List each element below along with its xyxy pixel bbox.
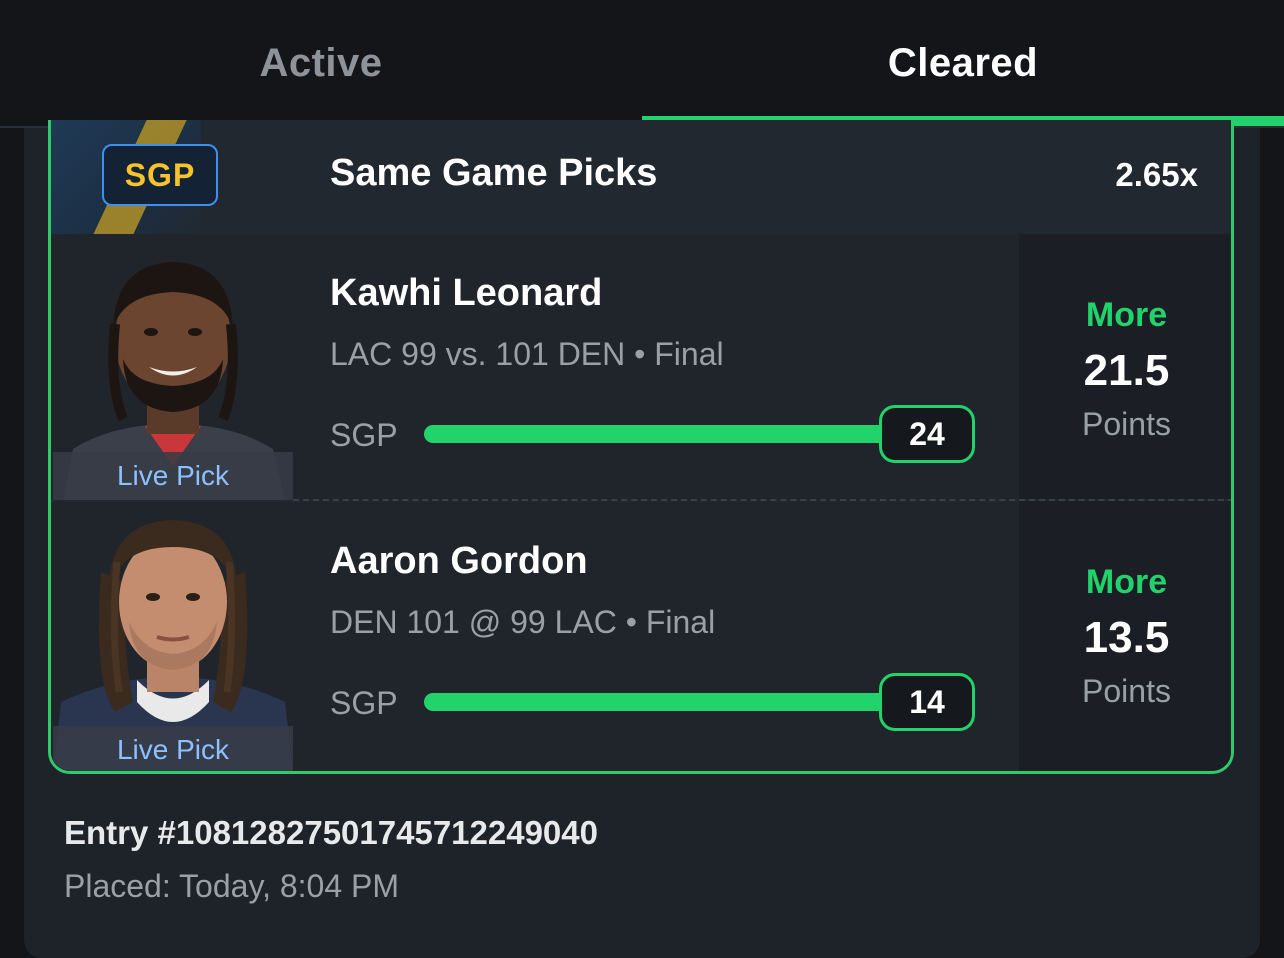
player-name: Aaron Gordon — [330, 540, 588, 582]
live-pick-label: Live Pick — [53, 452, 293, 500]
progress-label: SGP — [330, 685, 398, 721]
tab-active[interactable]: Active — [0, 0, 642, 126]
progress-value-badge: 14 — [879, 673, 975, 731]
game-info: DEN 101 @ 99 LAC • Final — [330, 604, 716, 640]
game-info: LAC 99 vs. 101 DEN • Final — [330, 336, 724, 372]
entry-id: Entry #10812827501745712249040 — [64, 814, 598, 851]
pick-stat-label: Points — [1082, 673, 1171, 709]
pick-line-value: 21.5 — [1083, 346, 1170, 395]
sgp-badge: SGP — [102, 144, 218, 206]
card-title: Same Game Picks — [330, 152, 658, 194]
progress-value-badge: 24 — [879, 405, 975, 463]
card-header: SGP Same Game Picks 2.65x — [51, 120, 1231, 260]
live-pick-label: Live Pick — [53, 726, 293, 771]
pick-stat-label: Points — [1082, 406, 1171, 442]
player-name: Kawhi Leonard — [330, 272, 603, 314]
progress-bar — [424, 425, 924, 443]
pick-line-panel: More 21.5 Points — [1019, 234, 1231, 499]
sgp-card[interactable]: SGP Same Game Picks 2.65x Live Pick Kawh… — [48, 120, 1234, 774]
player-avatar: Live Pick — [53, 234, 293, 500]
pick-line-value: 13.5 — [1083, 613, 1170, 662]
player-avatar: Live Pick — [53, 502, 293, 771]
pick-direction: More — [1085, 296, 1168, 334]
progress-bar — [424, 693, 924, 711]
pick-direction: More — [1085, 563, 1168, 601]
placed-time: Placed: Today, 8:04 PM — [64, 868, 400, 904]
pick-line-panel: More 13.5 Points — [1019, 501, 1231, 771]
tab-cleared[interactable]: Cleared — [642, 0, 1284, 126]
tab-bar: Active Cleared — [0, 0, 1284, 128]
payout-multiplier: 2.65x — [1115, 156, 1198, 193]
progress-label: SGP — [330, 417, 398, 453]
